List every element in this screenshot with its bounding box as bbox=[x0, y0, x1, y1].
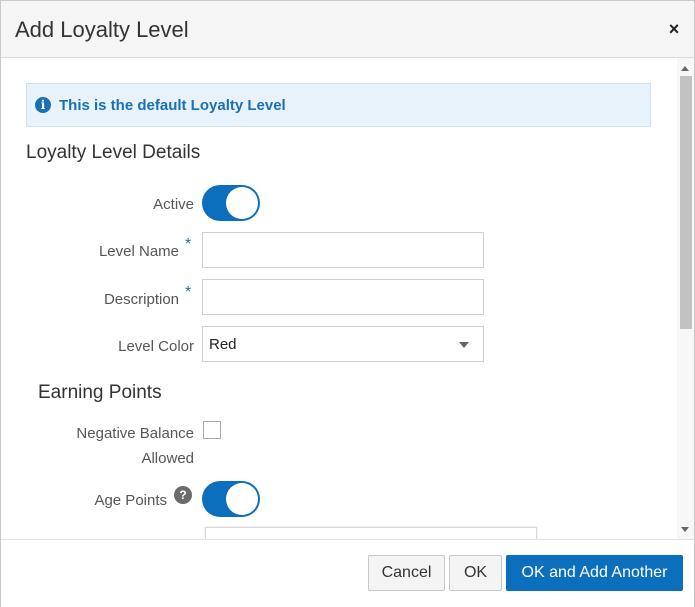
level-color-label: Level Color bbox=[118, 338, 194, 355]
description-input[interactable] bbox=[202, 279, 484, 315]
negative-balance-checkbox[interactable] bbox=[203, 421, 221, 439]
vertical-scrollbar[interactable] bbox=[677, 58, 694, 539]
info-icon: i bbox=[35, 97, 51, 113]
ok-and-add-another-button[interactable]: OK and Add Another bbox=[506, 555, 683, 591]
toggle-knob bbox=[226, 483, 258, 515]
section-title-earning-points: Earning Points bbox=[38, 382, 162, 403]
age-points-toggle[interactable] bbox=[202, 481, 260, 517]
negative-balance-label-line2: Allowed bbox=[141, 450, 194, 467]
scroll-down-icon[interactable] bbox=[681, 527, 689, 532]
cancel-button[interactable]: Cancel bbox=[368, 555, 445, 591]
negative-balance-label-line1: Negative Balance bbox=[76, 425, 194, 442]
required-marker: * bbox=[185, 236, 192, 253]
required-marker: * bbox=[185, 284, 192, 301]
age-points-panel bbox=[205, 527, 537, 539]
ok-button[interactable]: OK bbox=[449, 555, 502, 591]
info-banner: i This is the default Loyalty Level bbox=[26, 83, 651, 127]
active-toggle[interactable] bbox=[202, 185, 260, 221]
scroll-up-icon[interactable] bbox=[681, 66, 689, 71]
description-label: Description bbox=[103, 291, 179, 308]
dialog-footer: Cancel OK OK and Add Another bbox=[1, 539, 694, 607]
info-banner-text: This is the default Loyalty Level bbox=[59, 97, 286, 114]
dialog-header: Add Loyalty Level × bbox=[1, 1, 694, 58]
close-icon[interactable]: × bbox=[666, 19, 682, 39]
section-title-details: Loyalty Level Details bbox=[26, 142, 201, 163]
dialog-title: Add Loyalty Level bbox=[15, 17, 189, 42]
level-name-label: Level Name bbox=[98, 243, 179, 260]
scroll-thumb[interactable] bbox=[680, 76, 692, 329]
help-icon[interactable]: ? bbox=[174, 486, 192, 504]
level-color-select[interactable]: Red bbox=[202, 326, 484, 362]
chevron-down-icon bbox=[459, 342, 469, 348]
add-loyalty-level-dialog: Add Loyalty Level × i This is the defaul… bbox=[0, 0, 695, 607]
dialog-body[interactable]: i This is the default Loyalty Level Loya… bbox=[1, 58, 677, 539]
level-color-value: Red bbox=[209, 336, 237, 353]
active-label: Active bbox=[153, 196, 194, 213]
level-name-input[interactable] bbox=[202, 232, 484, 268]
toggle-knob bbox=[226, 187, 258, 219]
age-points-label: Age Points bbox=[94, 492, 167, 509]
